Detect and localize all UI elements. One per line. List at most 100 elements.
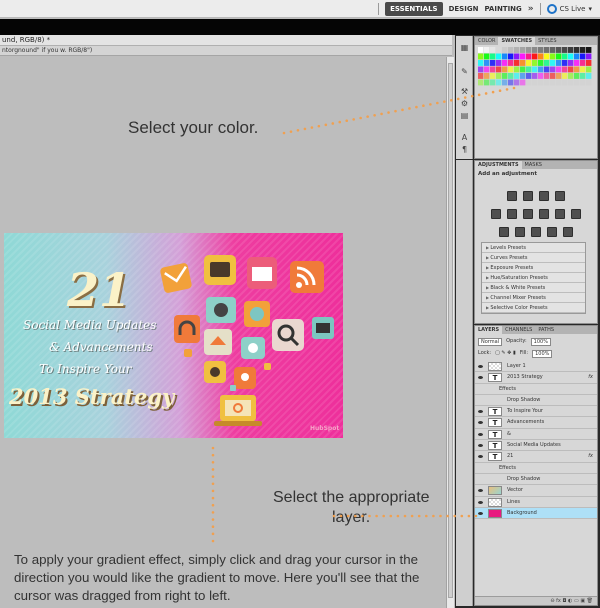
color-swatch — [496, 53, 502, 60]
tab-masks[interactable]: MASKS — [522, 161, 545, 169]
preset-exposure[interactable]: Exposure Presets — [482, 263, 585, 273]
layer-row[interactable]: T 2013 Strategy fx — [475, 372, 597, 384]
more-workspaces-button[interactable]: » — [528, 4, 534, 14]
color-swatch — [586, 53, 592, 60]
cs-live-button[interactable]: CS Live ▾ — [546, 4, 592, 14]
globe-icon — [244, 301, 270, 327]
brush-panel-icon[interactable]: ✎ — [459, 66, 470, 77]
posterize-icon[interactable] — [515, 227, 525, 237]
layer-row[interactable]: T 21 fx — [475, 451, 597, 463]
color-swatch — [514, 60, 520, 66]
visibility-eye-icon[interactable] — [478, 454, 483, 459]
visibility-eye-icon[interactable] — [478, 420, 483, 425]
invert-icon[interactable] — [499, 227, 509, 237]
threshold-icon[interactable] — [531, 227, 541, 237]
workspace-painting-button[interactable]: PAINTING — [484, 5, 521, 13]
gradient-map-icon[interactable] — [547, 227, 557, 237]
layer-row[interactable]: T To Inspire Your — [475, 406, 597, 418]
history-icon[interactable]: ▤ — [459, 110, 470, 121]
layer-mask-icon[interactable]: ◘ — [562, 598, 566, 604]
hue-saturation-icon[interactable] — [507, 209, 517, 219]
link-icon[interactable]: ⊖ — [550, 598, 554, 604]
tab-styles[interactable]: STYLES — [535, 37, 559, 45]
levels-icon[interactable] — [523, 191, 533, 201]
paragraph-icon[interactable]: ¶ — [459, 144, 470, 155]
color-swatch — [496, 60, 502, 66]
tab-adjustments[interactable]: ADJUSTMENTS — [475, 161, 522, 169]
workspace-design-button[interactable]: DESIGN — [449, 5, 479, 13]
layer-row[interactable]: Layer 1 — [475, 361, 597, 373]
layer-thumbnail — [488, 486, 502, 496]
layer-row[interactable]: Lines — [475, 497, 597, 508]
preset-black-white[interactable]: Black & White Presets — [482, 283, 585, 293]
layer-row[interactable]: Effects — [475, 384, 597, 395]
tab-color[interactable]: COLOR — [475, 37, 498, 45]
channel-mixer-icon[interactable] — [571, 209, 581, 219]
separator — [539, 3, 541, 15]
color-swatch — [478, 73, 484, 79]
color-swatch — [574, 53, 580, 60]
scrollbar-thumb[interactable] — [448, 63, 453, 598]
preset-curves[interactable]: Curves Presets — [482, 253, 585, 263]
visibility-eye-icon[interactable] — [478, 375, 483, 380]
visibility-eye-icon[interactable] — [478, 364, 483, 369]
selective-color-icon[interactable] — [563, 227, 573, 237]
layer-row[interactable]: Background — [475, 507, 597, 520]
layer-style-fx-button[interactable]: fx — [556, 598, 561, 604]
preset-selective-color[interactable]: Selective Color Presets — [482, 303, 585, 313]
visibility-eye-icon[interactable] — [478, 488, 483, 493]
layer-row[interactable]: Vector — [475, 485, 597, 497]
layer-row[interactable]: Effects — [475, 463, 597, 474]
lock-icons[interactable]: ▢ ✎ ✥ ▮ — [495, 349, 516, 358]
visibility-eye-icon[interactable] — [478, 443, 483, 448]
preset-channel-mixer[interactable]: Channel Mixer Presets — [482, 293, 585, 303]
preset-hue-saturation[interactable]: Hue/Saturation Presets — [482, 273, 585, 283]
color-swatch — [514, 66, 520, 73]
new-layer-icon[interactable]: ▣ — [580, 598, 585, 604]
layer-row[interactable]: T Advancements — [475, 417, 597, 429]
color-swatch — [574, 79, 580, 86]
brightness-contrast-icon[interactable] — [507, 191, 517, 201]
character-icon[interactable]: A — [459, 132, 470, 143]
fill-input[interactable]: 100% — [532, 349, 553, 358]
exposure-icon[interactable] — [555, 191, 565, 201]
color-swatch — [508, 47, 514, 53]
layer-row[interactable]: Drop Shadow — [475, 395, 597, 407]
clone-source-icon[interactable]: ⚙ — [459, 98, 470, 109]
curves-icon[interactable] — [539, 191, 549, 201]
tool-presets-icon[interactable]: ⚒ — [459, 86, 470, 97]
vertical-scrollbar[interactable] — [446, 57, 454, 608]
lock-row: Lock: ▢ ✎ ✥ ▮ Fill: 100% — [478, 349, 553, 358]
black-white-icon[interactable] — [539, 209, 549, 219]
vibrance-icon[interactable] — [491, 209, 501, 219]
color-balance-icon[interactable] — [523, 209, 533, 219]
annotation-select-layer: Select the appropriate — [273, 489, 430, 506]
document-hint: ntorgnound" if you w. RGB/8") — [0, 46, 452, 56]
visibility-eye-icon[interactable] — [478, 511, 483, 516]
swatch-panel-icon[interactable]: ▦ — [459, 42, 470, 53]
visibility-eye-icon[interactable] — [478, 432, 483, 437]
layer-row[interactable]: T & — [475, 429, 597, 441]
preset-levels[interactable]: Levels Presets — [482, 243, 585, 253]
opacity-input[interactable]: 100% — [530, 337, 551, 346]
photo-filter-icon[interactable] — [555, 209, 565, 219]
tab-swatches[interactable]: SWATCHES — [498, 37, 536, 45]
trash-icon[interactable]: 🗑 — [587, 598, 593, 604]
tab-paths[interactable]: PATHS — [535, 326, 557, 334]
layer-name: Drop Shadow — [507, 475, 541, 482]
tab-layers[interactable]: LAYERS — [475, 326, 503, 334]
visibility-eye-icon[interactable] — [478, 409, 483, 414]
blend-mode-select[interactable]: Normal — [478, 337, 503, 346]
layer-row[interactable]: Drop Shadow — [475, 474, 597, 486]
document-tab[interactable]: und, RGB/8) * — [0, 35, 452, 46]
swatch-grid[interactable] — [478, 47, 593, 87]
color-swatch — [484, 79, 490, 86]
color-swatch — [526, 73, 532, 79]
artwork-image[interactable]: 21 Social Media Updates & Advancements T… — [4, 233, 343, 438]
tab-channels[interactable]: CHANNELS — [502, 326, 535, 334]
new-group-icon[interactable]: ▭ — [574, 598, 579, 604]
visibility-eye-icon[interactable] — [478, 500, 483, 505]
workspace-essentials-button[interactable]: ESSENTIALS — [385, 2, 443, 16]
new-adjustment-icon[interactable]: ◐ — [568, 598, 572, 604]
layer-row[interactable]: T Social Media Updates — [475, 440, 597, 452]
